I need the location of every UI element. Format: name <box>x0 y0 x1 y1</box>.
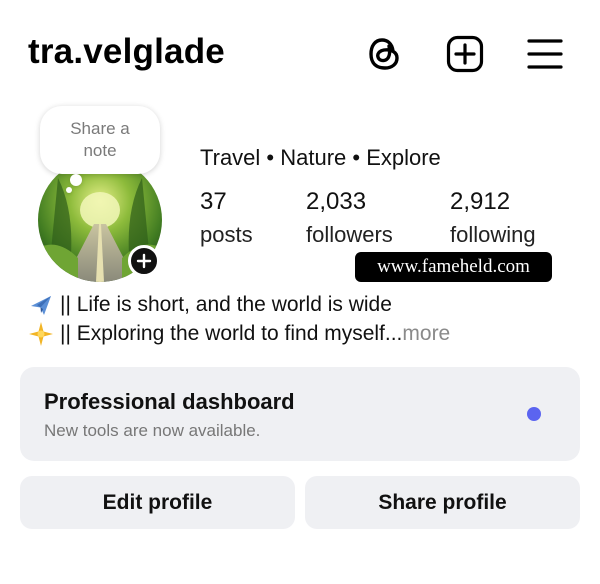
posts-stat[interactable]: 37 posts <box>200 188 253 248</box>
share-profile-button[interactable]: Share profile <box>305 476 580 529</box>
profile-category: Travel • Nature • Explore <box>200 145 441 170</box>
edit-profile-button[interactable]: Edit profile <box>20 476 295 529</box>
sparkle-icon <box>28 321 56 347</box>
followers-stat[interactable]: 2,033 followers <box>306 188 393 248</box>
bio-text-line-2: || Exploring the world to find myself... <box>60 322 403 345</box>
create-post-icon[interactable] <box>444 33 486 75</box>
profile-bio: || Life is short, and the world is wide … <box>28 290 450 348</box>
watermark: www.fameheld.com <box>355 252 552 282</box>
dashboard-subtitle: New tools are now available. <box>44 421 261 440</box>
add-story-icon[interactable] <box>128 245 160 277</box>
note-bubble-tail-small <box>66 187 72 193</box>
bio-text-line-1: || Life is short, and the world is wide <box>60 293 392 316</box>
following-stat[interactable]: 2,912 following <box>450 188 536 248</box>
posts-label: posts <box>200 222 253 247</box>
note-text: Share a note <box>70 119 130 160</box>
following-label: following <box>450 222 536 247</box>
posts-count: 37 <box>200 188 227 215</box>
following-count: 2,912 <box>450 188 511 215</box>
bio-line-2: || Exploring the world to find myself...… <box>28 319 450 348</box>
menu-icon[interactable] <box>524 33 566 75</box>
notification-dot <box>527 407 541 421</box>
followers-label: followers <box>306 222 393 247</box>
followers-count: 2,033 <box>306 188 367 215</box>
profile-header: tra.velglade <box>0 0 600 110</box>
note-bubble[interactable]: Share a note <box>40 106 160 174</box>
threads-icon[interactable] <box>364 33 406 75</box>
bio-more-link[interactable]: more <box>402 319 450 348</box>
note-bubble-tail <box>70 174 82 186</box>
username[interactable]: tra.velglade <box>28 32 225 72</box>
dashboard-title: Professional dashboard <box>44 389 295 414</box>
professional-dashboard[interactable]: Professional dashboard New tools are now… <box>20 367 580 461</box>
airplane-icon <box>28 292 56 318</box>
bio-line-1: || Life is short, and the world is wide <box>28 290 450 319</box>
